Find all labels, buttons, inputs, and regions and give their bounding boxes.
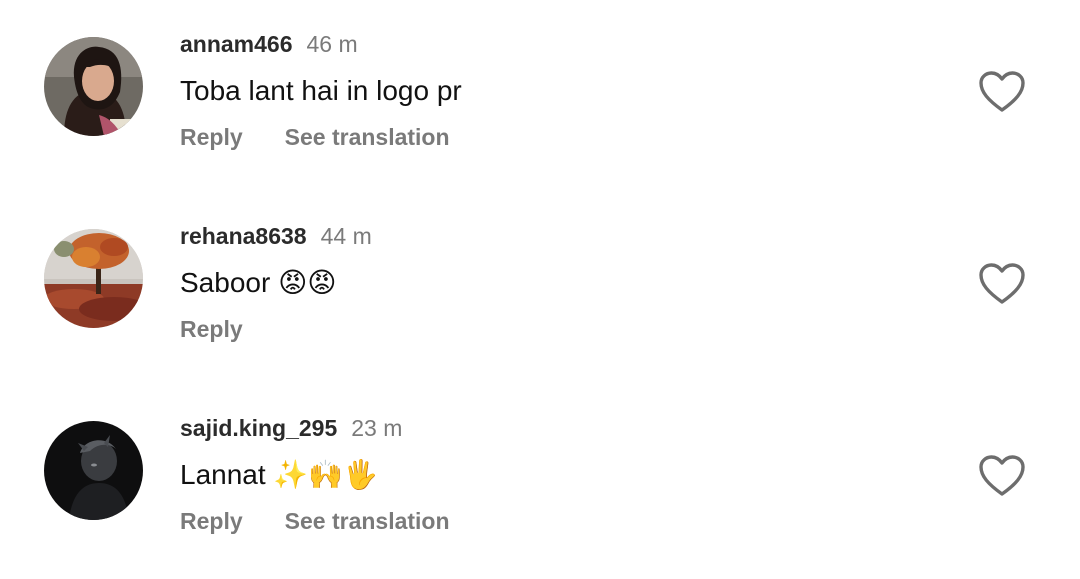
avatar[interactable]	[44, 37, 143, 136]
heart-outline-icon	[979, 71, 1025, 112]
comment-item: sajid.king_295 23 m Lannat ✨🙌🖐 Reply See t…	[0, 384, 1080, 576]
timestamp: 23 m	[351, 415, 403, 441]
like-button[interactable]	[978, 70, 1026, 114]
comment-text: Lannat ✨🙌🖐	[180, 459, 379, 490]
username[interactable]: annam466	[180, 31, 293, 57]
reply-button[interactable]: Reply	[180, 316, 243, 342]
username[interactable]: rehana8638	[180, 223, 307, 249]
heart-outline-icon	[979, 263, 1025, 304]
comment-actions: Reply See translation	[180, 506, 450, 536]
comment-actions: Reply See translation	[180, 122, 450, 152]
avatar[interactable]	[44, 229, 143, 328]
avatar[interactable]	[44, 421, 143, 520]
heart-outline-icon	[979, 455, 1025, 496]
comment-meta: rehana8638 44 m	[180, 222, 372, 250]
like-button[interactable]	[978, 262, 1026, 306]
reply-button[interactable]: Reply	[180, 508, 243, 534]
comment-actions: Reply	[180, 314, 243, 344]
dark-silhouette-icon	[44, 421, 143, 520]
see-translation-button[interactable]: See translation	[285, 124, 450, 150]
comment-meta: sajid.king_295 23 m	[180, 414, 402, 442]
comment-text: Saboor 😡😡	[180, 267, 337, 298]
username[interactable]: sajid.king_295	[180, 415, 337, 441]
user-portrait-icon	[44, 37, 143, 136]
comment-item: rehana8638 44 m Saboor 😡😡 Reply	[0, 192, 1080, 384]
comment-text: Toba lant hai in logo pr	[180, 75, 462, 106]
comment-item: annam466 46 m Toba lant hai in logo pr Re…	[0, 0, 1080, 192]
see-translation-button[interactable]: See translation	[285, 508, 450, 534]
comment-meta: annam466 46 m	[180, 30, 358, 58]
timestamp: 46 m	[306, 31, 358, 57]
timestamp: 44 m	[320, 223, 372, 249]
reply-button[interactable]: Reply	[180, 124, 243, 150]
like-button[interactable]	[978, 454, 1026, 498]
autumn-tree-icon	[44, 229, 143, 328]
